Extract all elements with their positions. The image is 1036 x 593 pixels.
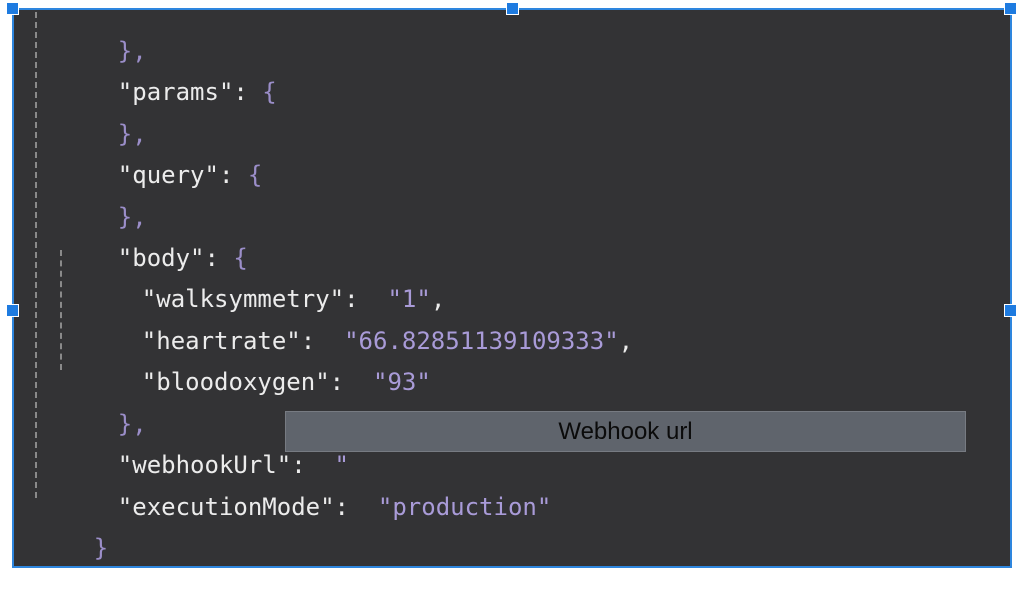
separator: : bbox=[233, 78, 262, 106]
resize-handle-top-right[interactable] bbox=[1004, 2, 1017, 15]
opening-brace: { bbox=[248, 161, 262, 189]
code-line: "walksymmetry": "1", bbox=[84, 254, 445, 284]
separator: : bbox=[335, 493, 378, 521]
code-line: } bbox=[36, 503, 108, 533]
comma: , bbox=[619, 327, 633, 355]
code-line: "params": { bbox=[60, 47, 277, 77]
code-line: "body": { bbox=[60, 213, 248, 243]
separator: : bbox=[219, 161, 248, 189]
code-line: }, bbox=[60, 89, 147, 119]
code-line: "query": { bbox=[60, 130, 262, 160]
resize-handle-top-left[interactable] bbox=[6, 2, 19, 15]
separator: : bbox=[330, 368, 373, 396]
webhook-url-redaction-box: Webhook url bbox=[285, 411, 966, 452]
json-code-view: }, "params": { }, "query": { }, "body": … bbox=[0, 0, 1036, 556]
resize-handle-middle-right[interactable] bbox=[1004, 304, 1017, 317]
resize-handle-middle-left[interactable] bbox=[6, 304, 19, 317]
code-line: }, bbox=[60, 6, 147, 36]
resize-handle-top-center[interactable] bbox=[506, 2, 519, 15]
code-line: }, bbox=[60, 172, 147, 202]
value-bloodoxygen: "93" bbox=[373, 368, 431, 396]
indent-guide-outer bbox=[35, 12, 37, 498]
value-executionmode: "production" bbox=[378, 493, 551, 521]
code-line: "heartrate": "66.82851139109333", bbox=[84, 296, 633, 326]
key-bloodoxygen: "bloodoxygen" bbox=[142, 368, 330, 396]
opening-brace: { bbox=[262, 78, 276, 106]
code-line: "executionMode": "production" bbox=[60, 462, 551, 492]
code-line: "bloodoxygen": "93" bbox=[84, 337, 431, 367]
webhook-url-label: Webhook url bbox=[558, 418, 692, 446]
code-line: }, bbox=[60, 379, 147, 409]
closing-brace: } bbox=[94, 534, 108, 562]
key-executionmode: "executionMode" bbox=[118, 493, 335, 521]
